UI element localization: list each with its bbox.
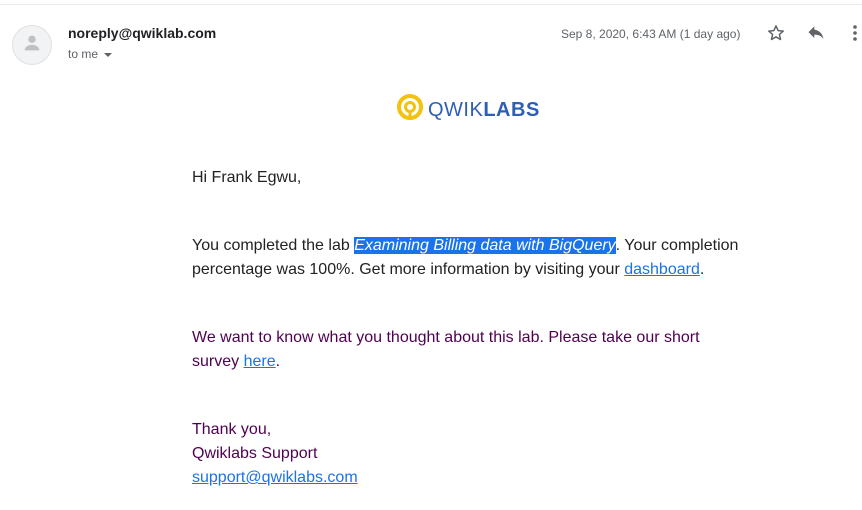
sender-avatar[interactable] bbox=[12, 25, 52, 65]
recipient-label: to me bbox=[68, 47, 99, 61]
completion-end: . bbox=[699, 261, 705, 278]
logo-text-qwik: QWIK bbox=[428, 98, 484, 121]
more-button[interactable] bbox=[845, 24, 862, 46]
qwiklabs-logo-icon bbox=[396, 93, 424, 127]
dashboard-link[interactable]: dashboard bbox=[624, 261, 700, 278]
more-vert-icon bbox=[852, 24, 858, 47]
reply-icon bbox=[806, 23, 826, 48]
qwiklabs-logo-text: QWIKLABS bbox=[428, 99, 540, 122]
completion-prefix: You completed the lab bbox=[192, 237, 355, 254]
star-icon bbox=[766, 23, 786, 48]
top-divider bbox=[0, 4, 862, 5]
lab-name: Examining Billing data with BigQuery bbox=[354, 237, 616, 254]
survey-paragraph: We want to know what you thought about t… bbox=[192, 326, 732, 374]
message-date: Sep 8, 2020, 6:43 AM (1 day ago) bbox=[561, 27, 741, 41]
sender-email[interactable]: noreply@qwiklab.com bbox=[68, 25, 216, 41]
chevron-down-icon bbox=[104, 52, 113, 57]
signature-name: Qwiklabs Support bbox=[192, 445, 318, 462]
qwiklabs-logo: QWIKLABS bbox=[396, 93, 540, 127]
completion-paragraph: You completed the lab Examining Billing … bbox=[192, 234, 752, 282]
survey-end: . bbox=[275, 353, 281, 370]
thanks-text: Thank you, bbox=[192, 421, 272, 438]
logo-text-labs: LABS bbox=[483, 98, 540, 121]
star-button[interactable] bbox=[765, 24, 787, 46]
reply-button[interactable] bbox=[805, 24, 827, 46]
person-icon bbox=[21, 32, 43, 59]
greeting: Hi Frank Egwu, bbox=[192, 169, 302, 186]
survey-link[interactable]: here bbox=[244, 353, 276, 370]
signature-block: Thank you, Qwiklabs Support support@qwik… bbox=[192, 418, 358, 490]
support-email-link[interactable]: support@qwiklabs.com bbox=[192, 469, 358, 486]
recipient-details-toggle[interactable]: to me bbox=[68, 47, 113, 61]
